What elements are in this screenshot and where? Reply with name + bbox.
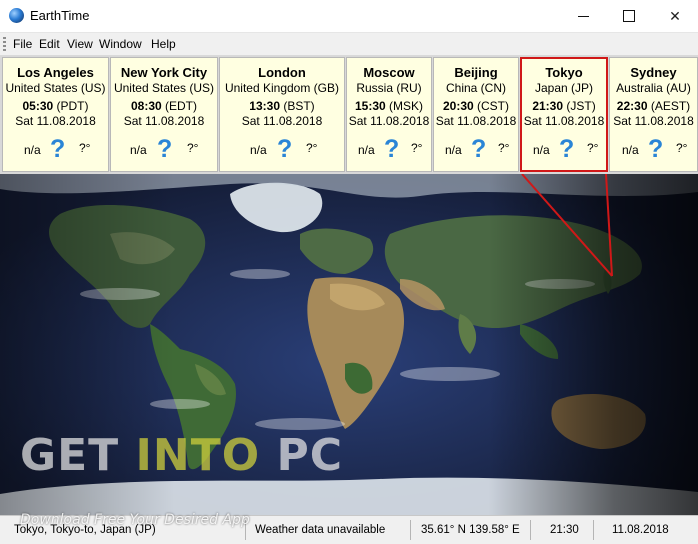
watermark-pc: PC	[276, 430, 343, 481]
city-time: 05:30	[22, 99, 54, 113]
question-mark-icon: ?	[384, 135, 400, 163]
city-country: United States (US)	[113, 81, 215, 95]
weather-status: n/a	[358, 143, 375, 157]
temperature: ?°	[676, 141, 688, 155]
city-date: Sat 11.08.2018	[348, 114, 430, 128]
city-timezone: (BST)	[283, 99, 315, 113]
earth-globe-icon	[9, 8, 24, 23]
city-date: Sat 11.08.2018	[241, 114, 323, 128]
city-card-london[interactable]: London United Kingdom (GB) 13:30 (BST) S…	[219, 57, 345, 172]
city-country: Japan (JP)	[534, 81, 594, 95]
menu-window[interactable]: Window	[99, 37, 142, 51]
status-coordinates: 35.61° N 139.58° E	[421, 524, 520, 536]
temperature: ?°	[306, 141, 318, 155]
status-divider	[530, 520, 531, 540]
temperature: ?°	[587, 141, 599, 155]
minimize-button[interactable]	[560, 0, 606, 32]
menu-file[interactable]: File	[13, 37, 32, 51]
status-divider	[410, 520, 411, 540]
temperature: ?°	[187, 141, 199, 155]
city-date: Sat 11.08.2018	[15, 114, 96, 128]
watermark-into: INTO	[135, 430, 277, 481]
city-name: Tokyo	[545, 65, 583, 80]
city-time: 22:30	[616, 99, 648, 113]
city-clock-strip: Los Angeles United States (US) 05:30 (PD…	[0, 56, 698, 174]
city-card-tokyo[interactable]: Tokyo Japan (JP) 21:30 (JST) Sat 11.08.2…	[520, 57, 608, 172]
status-weather: Weather data unavailable	[255, 524, 386, 536]
city-country: Russia (RU)	[356, 81, 422, 95]
watermark-logo: GET INTO PC	[20, 430, 343, 481]
city-country: United Kingdom (GB)	[224, 81, 340, 95]
city-country: China (CN)	[445, 81, 506, 95]
close-icon: ✕	[669, 7, 681, 24]
minimize-icon	[577, 15, 589, 17]
title-bar: EarthTime ✕	[0, 0, 698, 33]
city-time: 20:30	[442, 99, 474, 113]
toolbar-grip-icon[interactable]	[3, 37, 6, 51]
city-card-moscow[interactable]: Moscow Russia (RU) 15:30 (MSK) Sat 11.08…	[346, 57, 432, 172]
temperature: ?°	[79, 141, 91, 155]
weather-status: n/a	[250, 143, 267, 157]
menu-view[interactable]: View	[67, 37, 93, 51]
city-timezone: (PDT)	[56, 99, 89, 113]
city-time: 15:30	[354, 99, 386, 113]
city-timezone: (MSK)	[389, 99, 424, 113]
maximize-icon	[623, 10, 635, 22]
temperature: ?°	[498, 141, 510, 155]
city-name: Sydney	[630, 65, 677, 80]
city-time: 21:30	[532, 99, 564, 113]
city-name: Los Angeles	[17, 65, 94, 80]
city-card-sydney[interactable]: Sydney Australia (AU) 22:30 (AEST) Sat 1…	[609, 57, 698, 172]
temperature: ?°	[411, 141, 423, 155]
city-date: Sat 11.08.2018	[613, 114, 694, 128]
city-timezone: (CST)	[477, 99, 510, 113]
city-name: London	[258, 65, 306, 80]
status-time: 21:30	[550, 524, 579, 536]
city-name: New York City	[120, 65, 208, 80]
city-timezone: (EDT)	[165, 99, 198, 113]
city-card-beijing[interactable]: Beijing China (CN) 20:30 (CST) Sat 11.08…	[433, 57, 519, 172]
city-card-los-angeles[interactable]: Los Angeles United States (US) 05:30 (PD…	[2, 57, 109, 172]
menu-bar: File Edit View Window Help	[0, 33, 698, 56]
question-mark-icon: ?	[559, 135, 575, 163]
city-date: Sat 11.08.2018	[435, 114, 517, 128]
status-date: 11.08.2018	[612, 524, 669, 536]
watermark-get: GET	[20, 430, 136, 481]
weather-status: n/a	[622, 143, 639, 157]
weather-status: n/a	[445, 143, 462, 157]
window-title: EarthTime	[30, 8, 90, 23]
question-mark-icon: ?	[471, 135, 487, 163]
question-mark-icon: ?	[277, 135, 293, 163]
status-divider	[593, 520, 594, 540]
city-name: Moscow	[363, 65, 415, 80]
city-date: Sat 11.08.2018	[123, 114, 205, 128]
maximize-button[interactable]	[606, 0, 652, 32]
city-timezone: (JST)	[566, 99, 596, 113]
question-mark-icon: ?	[50, 135, 66, 163]
watermark-subtitle: Download Free Your Desired App	[20, 512, 250, 528]
city-timezone: (AEST)	[650, 99, 691, 113]
menu-help[interactable]: Help	[151, 37, 176, 51]
city-name: Beijing	[454, 65, 498, 80]
weather-status: n/a	[533, 143, 550, 157]
city-country: Australia (AU)	[616, 81, 691, 95]
city-country: United States (US)	[5, 81, 106, 95]
menu-edit[interactable]: Edit	[39, 37, 60, 51]
question-mark-icon: ?	[157, 135, 173, 163]
city-date: Sat 11.08.2018	[523, 114, 605, 128]
question-mark-icon: ?	[648, 135, 664, 163]
city-time: 08:30	[130, 99, 162, 113]
weather-status: n/a	[130, 143, 147, 157]
weather-status: n/a	[24, 143, 41, 157]
close-button[interactable]: ✕	[652, 0, 698, 32]
city-time: 13:30	[249, 99, 280, 113]
city-card-new-york-city[interactable]: New York City United States (US) 08:30 (…	[110, 57, 218, 172]
